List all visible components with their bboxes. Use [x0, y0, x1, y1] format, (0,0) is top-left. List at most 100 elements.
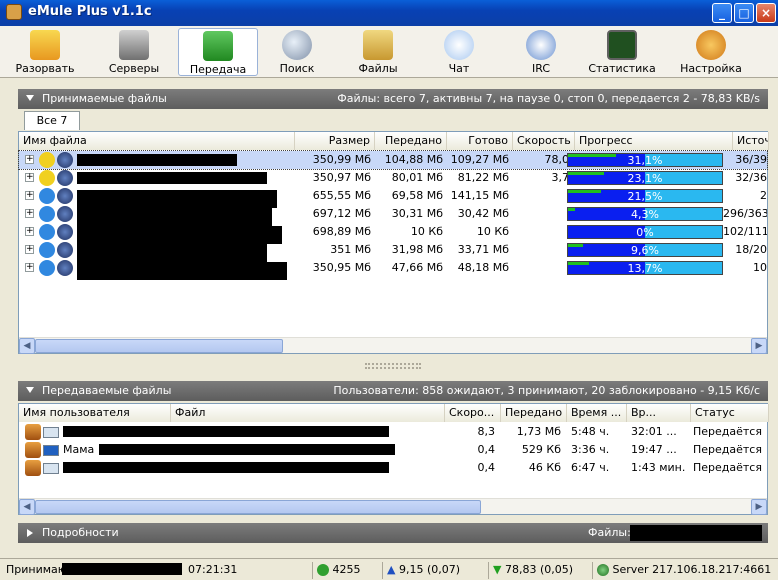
- toolbar-transfer-button[interactable]: Передача: [178, 28, 258, 76]
- column-transferred[interactable]: Передано: [375, 132, 447, 150]
- servers-icon: [119, 30, 149, 60]
- uploads-info: Пользователи: 858 ожидают, 3 принимают, …: [333, 384, 760, 397]
- upload-row[interactable]: 0,4 46 Кб 6:47 ч. 1:43 мин. Передаётся: [19, 459, 767, 477]
- column-size[interactable]: Размер: [295, 132, 375, 150]
- toolbar-chat-button[interactable]: Чат: [428, 28, 490, 76]
- status-icon: [39, 170, 55, 186]
- expand-arrow-icon: [27, 529, 33, 537]
- column-upload-transferred[interactable]: Передано: [501, 404, 567, 422]
- column-upload-time[interactable]: Время ...: [567, 404, 627, 422]
- toolbar-settings-button[interactable]: Настройка: [676, 28, 746, 76]
- upload-rate: 9,15 (0,07): [398, 563, 461, 576]
- progress-bar: 21,5%: [567, 189, 723, 203]
- scroll-thumb[interactable]: [35, 339, 283, 353]
- expand-icon[interactable]: +: [25, 173, 34, 182]
- progress-label: 13,7%: [627, 262, 663, 275]
- download-row[interactable]: +698,89 Мб 10 Кб 10 Кб 0% 102/111: [19, 223, 767, 244]
- toolbar-servers-button[interactable]: Серверы: [100, 28, 168, 76]
- status-time: 07:21:31: [188, 563, 238, 576]
- downloads-header[interactable]: Принимаемые файлы Файлы: всего 7, активн…: [18, 89, 768, 109]
- close-button[interactable]: ×: [756, 3, 776, 23]
- scroll-left-icon[interactable]: ◀: [19, 499, 35, 515]
- expand-icon[interactable]: +: [25, 191, 34, 200]
- toolbar-label: IRC: [531, 62, 551, 75]
- download-row[interactable]: +351 Мб 31,98 Мб 33,71 Мб 9,6% 18/20: [19, 241, 767, 262]
- progress-bar: 0%: [567, 225, 723, 239]
- cell-upload-speed: 0,4: [477, 461, 496, 474]
- cell-speed: [513, 223, 569, 241]
- details-files-label: Файлы:: [588, 526, 631, 539]
- column-upload-time2[interactable]: Вр...: [627, 404, 691, 422]
- scroll-thumb[interactable]: [35, 500, 481, 514]
- download-row[interactable]: +350,95 Мб 47,66 Мб 48,18 Мб 13,7% 10: [19, 259, 767, 280]
- column-progress[interactable]: Прогресс: [575, 132, 733, 150]
- toolbar-label: Поиск: [279, 62, 315, 75]
- cell-sources: 10: [753, 261, 767, 274]
- minimize-button[interactable]: _: [712, 3, 732, 23]
- maximize-button[interactable]: □: [734, 3, 754, 23]
- column-speed[interactable]: Скорость: [513, 132, 575, 150]
- column-username[interactable]: Имя пользователя: [19, 404, 171, 422]
- download-row[interactable]: +350,99 Мб 104,88 Мб 109,27 Мб 78,0 31,1% 36/…: [18, 150, 768, 170]
- cell-size: 350,99 Мб: [312, 153, 371, 166]
- redacted-upload-file: [63, 462, 389, 473]
- uploads-header[interactable]: Передаваемые файлы Пользователи: 858 ожи…: [18, 381, 768, 401]
- column-status[interactable]: Статус: [691, 404, 769, 422]
- redacted-status: [62, 563, 182, 575]
- priority-icon: [57, 260, 73, 276]
- uploads-list: Имя пользователя Файл Скоро... Передано …: [18, 403, 769, 515]
- collapse-arrow-icon: [26, 95, 34, 101]
- cell-done: 81,22 Мб: [457, 171, 509, 184]
- cell-speed: 78,0: [544, 153, 570, 166]
- expand-icon[interactable]: +: [25, 245, 34, 254]
- toolbar-files-button[interactable]: Файлы: [344, 28, 412, 76]
- progress-bar: 13,7%: [567, 261, 723, 275]
- uploads-hscrollbar[interactable]: ◀ ▶: [19, 498, 767, 515]
- cell-upload-time: 5:48 ч.: [571, 425, 610, 438]
- status-text: Принимаю: [6, 563, 68, 576]
- cell-transferred: 104,88 Мб: [384, 153, 443, 166]
- column-file[interactable]: Файл: [171, 404, 445, 422]
- expand-icon[interactable]: +: [25, 227, 34, 236]
- cell-done: 10 Кб: [476, 225, 509, 238]
- expand-icon[interactable]: +: [25, 155, 34, 164]
- upload-row[interactable]: 8,3 1,73 Мб 5:48 ч. 32:01 ... Передаётся: [19, 423, 767, 441]
- cell-size: 697,12 Мб: [312, 207, 371, 220]
- scroll-left-icon[interactable]: ◀: [19, 338, 35, 354]
- cell-transferred: 47,66 Мб: [391, 261, 443, 274]
- emule-app-icon: [6, 4, 22, 20]
- scroll-right-icon[interactable]: ▶: [751, 338, 767, 354]
- download-row[interactable]: +350,97 Мб 80,01 Мб 81,22 Мб 3,7 23,1% 32/36: [19, 169, 767, 187]
- cell-done: 30,42 Мб: [457, 207, 509, 220]
- redacted-upload-file: [99, 444, 395, 455]
- settings-icon: [696, 30, 726, 60]
- toolbar-disconnect-button[interactable]: Разорвать: [12, 28, 78, 76]
- details-header[interactable]: Подробности Файлы:: [18, 523, 768, 543]
- scroll-right-icon[interactable]: ▶: [751, 499, 767, 515]
- cell-status: Передаётся: [693, 425, 762, 438]
- cell-speed: [513, 187, 569, 205]
- client-icon: [25, 424, 41, 440]
- toolbar-irc-button[interactable]: IRC: [510, 28, 572, 76]
- upload-row[interactable]: Мама 0,4 529 Кб 3:36 ч. 19:47 ... Передаётся: [19, 441, 767, 459]
- flag-icon: [43, 463, 59, 474]
- cell-upload-transferred: 46 Кб: [528, 461, 561, 474]
- window-title: eMule Plus v1.1c: [28, 4, 152, 19]
- expand-icon[interactable]: +: [25, 263, 34, 272]
- column-done[interactable]: Готово: [447, 132, 513, 150]
- download-row[interactable]: +697,12 Мб 30,31 Мб 30,42 Мб 4,3% 296/363: [19, 205, 767, 226]
- download-row[interactable]: +655,55 Мб 69,58 Мб 141,15 Мб 21,5% 2: [19, 187, 767, 208]
- cell-done: 109,27 Мб: [450, 153, 509, 166]
- column-sources[interactable]: Источ...: [733, 132, 769, 150]
- status-icon: [39, 206, 55, 222]
- tab-all[interactable]: Все 7: [24, 111, 80, 130]
- column-upload-speed[interactable]: Скоро...: [445, 404, 501, 422]
- toolbar-statistics-button[interactable]: Статистика: [586, 28, 658, 76]
- expand-icon[interactable]: +: [25, 209, 34, 218]
- panel-splitter[interactable]: [365, 363, 421, 369]
- toolbar-search-button[interactable]: Поиск: [264, 28, 330, 76]
- cell-upload-speed: 0,4: [477, 443, 496, 456]
- downloads-hscrollbar[interactable]: ◀ ▶: [19, 337, 767, 354]
- column-filename[interactable]: Имя файла: [19, 132, 295, 150]
- status-icon: [39, 224, 55, 240]
